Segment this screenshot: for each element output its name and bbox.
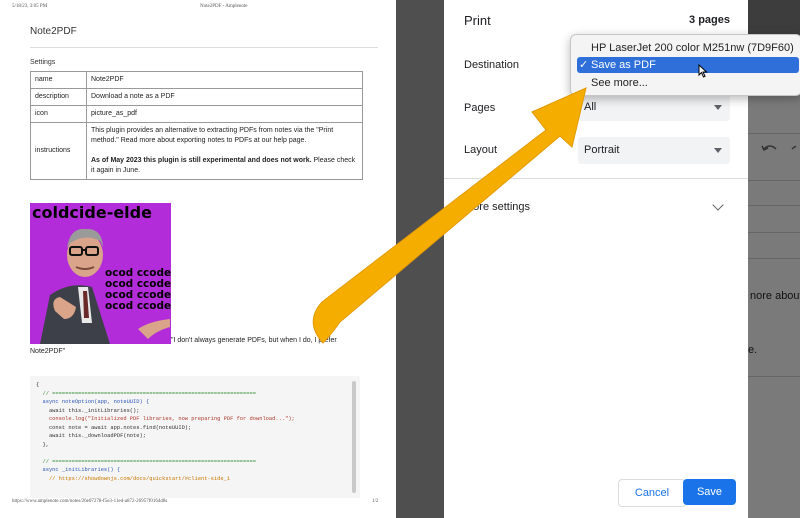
- settings-table: name Note2PDF description Download a not…: [30, 71, 363, 180]
- print-title: Print: [464, 13, 491, 28]
- code-line: await this._downloadPDF(note);: [36, 433, 146, 439]
- code-line: // =====================================…: [36, 390, 256, 397]
- code-line: const note = await app.notes.find(noteUU…: [36, 424, 192, 431]
- table-cell-key: description: [30, 88, 87, 106]
- cancel-button[interactable]: Cancel: [618, 479, 686, 507]
- screen: 5/18/23, 3:05 PM Note2PDF - Amplenote No…: [0, 0, 800, 518]
- mouse-cursor-icon: [698, 64, 708, 78]
- table-cell-key: icon: [30, 105, 87, 123]
- dropdown-option-printer[interactable]: HP LaserJet 200 color M251nw (7D9F60): [577, 40, 799, 56]
- layout-select-value: Portrait: [584, 144, 620, 156]
- preview-scroll-gutter: [396, 0, 444, 518]
- table-cell-value: Note2PDF: [86, 71, 363, 89]
- layout-label: Layout: [464, 144, 498, 156]
- experimental-note-bold: As of May 2023 this plugin is still expe…: [91, 157, 312, 164]
- background-divider: [748, 232, 800, 233]
- destination-label: Destination: [464, 59, 520, 71]
- code-line: // https://showdownjs.com/docs/quickstar…: [36, 475, 231, 482]
- table-cell-value: Download a note as a PDF: [86, 88, 363, 106]
- meme-caption-line2: Note2PDF": [30, 348, 66, 355]
- checkmark-icon: ✓: [579, 59, 589, 71]
- chevron-down-icon: [714, 148, 722, 153]
- code-scrollbar[interactable]: [352, 381, 356, 493]
- table-cell-value: picture_as_pdf: [86, 105, 363, 123]
- pages-label: Pages: [464, 102, 496, 114]
- background-divider: [748, 376, 800, 377]
- document-title: Note2PDF: [30, 26, 77, 37]
- page-footer-number: 1/2: [372, 499, 379, 504]
- expand-chevron-icon[interactable]: [712, 199, 724, 211]
- background-text-fragment: e.: [748, 344, 758, 356]
- code-block: { // ===================================…: [30, 376, 360, 498]
- dropdown-option-save-as-pdf[interactable]: ✓ Save as PDF: [577, 57, 799, 73]
- dropdown-option-see-more[interactable]: See more...: [577, 75, 799, 91]
- dropdown-option-label: HP LaserJet 200 color M251nw (7D9F60): [591, 42, 794, 54]
- background-divider: [748, 133, 800, 134]
- experimental-note: As of May 2023 this plugin is still expe…: [91, 156, 358, 176]
- layout-select[interactable]: Portrait: [578, 137, 730, 164]
- background-divider: [748, 205, 800, 206]
- page-header-date: 5/18/23, 3:05 PM: [12, 4, 48, 9]
- code-line: // =====================================…: [36, 458, 256, 465]
- meme-caption-line1: "I don't always generate PDFs, but when …: [171, 337, 337, 344]
- meme-top-text: coldcide-elde: [32, 203, 152, 222]
- table-row: icon picture_as_pdf: [30, 105, 363, 123]
- table-row: instructions This plugin provides an alt…: [30, 122, 363, 180]
- code-text: { // ===================================…: [30, 376, 360, 483]
- destination-dropdown-menu: HP LaserJet 200 color M251nw (7D9F60) ✓ …: [570, 34, 800, 96]
- meme-image: coldcide-elde ocod ccode ocod ccode ocod…: [30, 203, 171, 344]
- dropdown-option-label: Save as PDF: [591, 59, 656, 71]
- table-cell-key: name: [30, 71, 87, 89]
- print-preview-page: 5/18/23, 3:05 PM Note2PDF - Amplenote No…: [0, 0, 396, 518]
- background-divider: [748, 258, 800, 259]
- code-line: async _initLibraries() {: [36, 467, 121, 473]
- meme-illustration: coldcide-elde ocod ccode ocod ccode ocod…: [30, 203, 171, 344]
- page-count: 3 pages: [689, 14, 730, 26]
- background-divider: [748, 180, 800, 181]
- pages-select[interactable]: All: [578, 94, 730, 121]
- page-header-title: Note2PDF - Amplenote: [200, 4, 248, 9]
- code-line: console.log("Initialized PDF libraries, …: [36, 416, 295, 422]
- code-line: await this._initLibraries();: [36, 407, 140, 414]
- code-line: {: [36, 382, 40, 388]
- chevron-down-icon: [714, 105, 722, 110]
- dropdown-option-label: See more...: [591, 77, 648, 89]
- title-divider: [30, 47, 378, 48]
- page-footer-url: https://www.amplenote.com/notes/26e07278…: [12, 499, 168, 504]
- settings-heading: Settings: [30, 59, 56, 66]
- pages-select-value: All: [584, 101, 597, 113]
- more-settings-toggle[interactable]: More settings: [464, 201, 530, 213]
- table-cell-value: This plugin provides an alternative to e…: [86, 122, 363, 180]
- meme-code-line-4: ocod ccode: [105, 300, 171, 312]
- code-line: async noteOption(app, noteUUID) {: [36, 399, 150, 405]
- settings-divider: [444, 178, 748, 179]
- table-cell-key: instructions: [30, 122, 87, 180]
- instructions-text: This plugin provides an alternative to e…: [91, 127, 334, 144]
- table-row: name Note2PDF: [30, 71, 363, 89]
- background-text-fragment: nore about e: [750, 290, 800, 302]
- save-button[interactable]: Save: [683, 479, 736, 505]
- table-row: description Download a note as a PDF: [30, 88, 363, 106]
- undo-icon: [761, 145, 796, 152]
- code-line: },: [36, 441, 49, 448]
